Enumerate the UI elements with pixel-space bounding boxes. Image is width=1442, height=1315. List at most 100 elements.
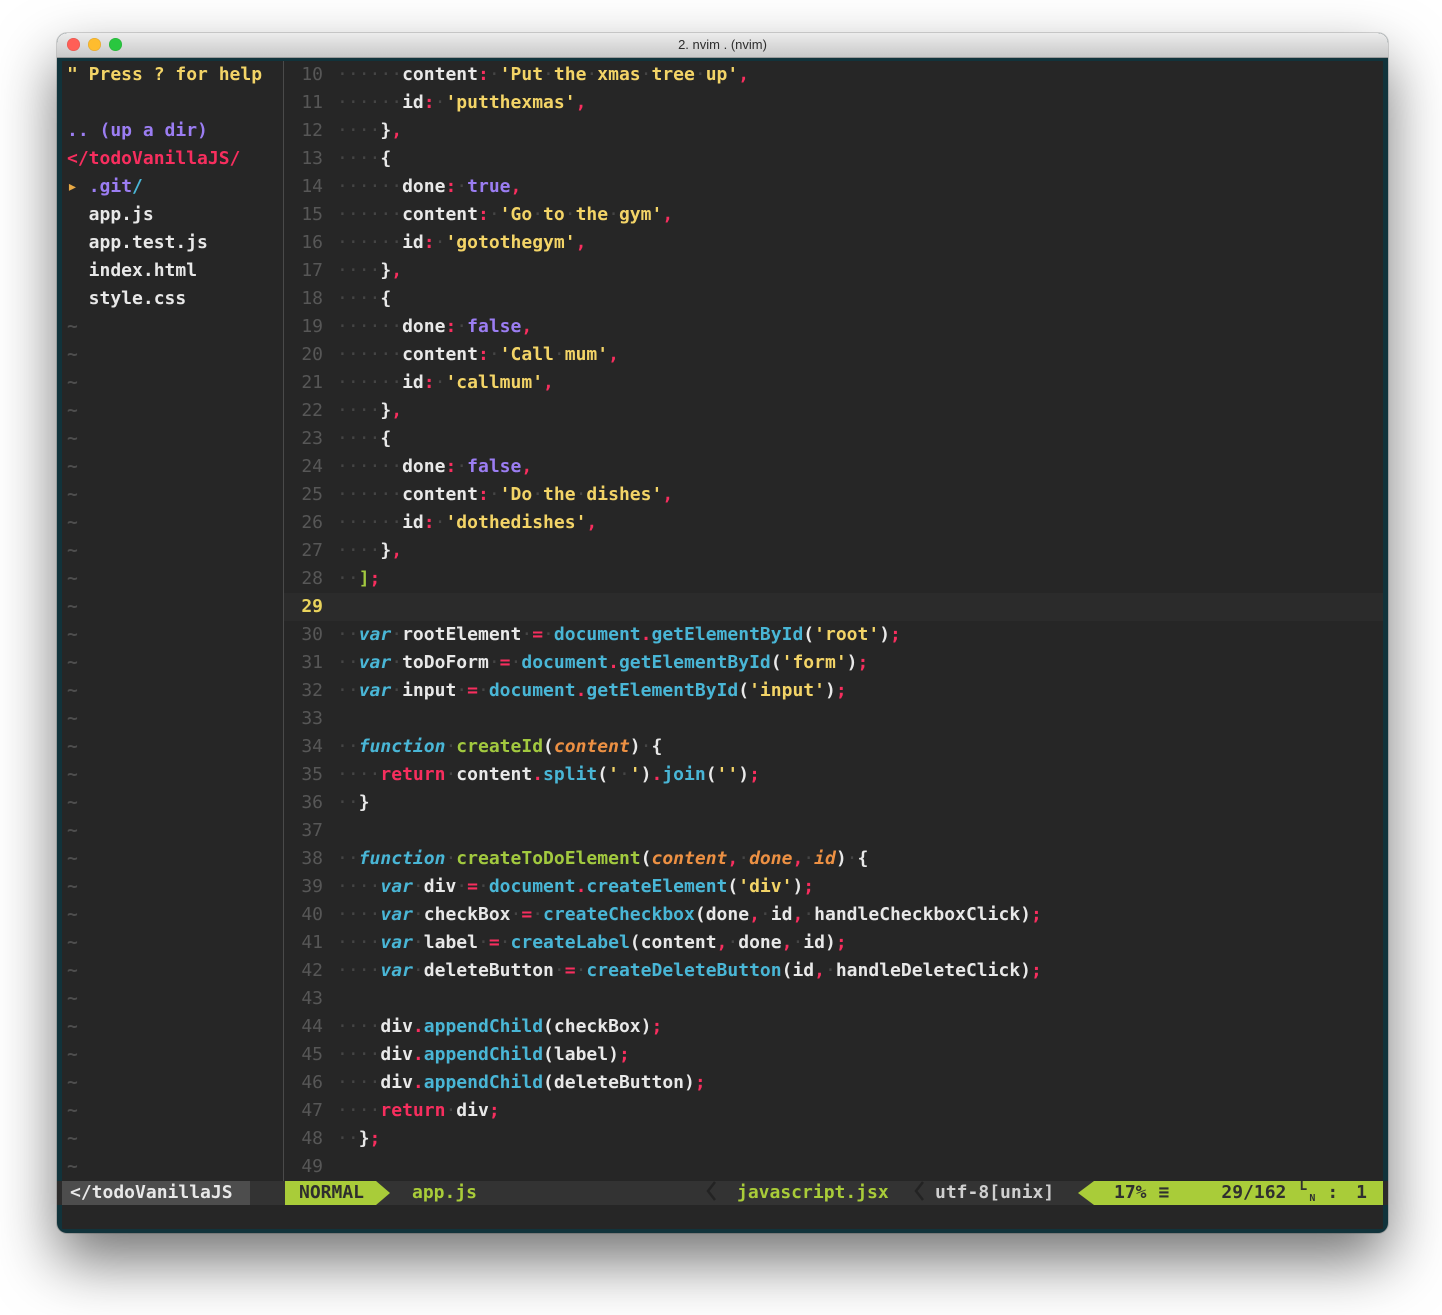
code-line[interactable]: 12····},	[284, 117, 1383, 145]
code-text: ······content:·'Call·mum',	[337, 341, 1383, 369]
line-number: 26	[284, 509, 337, 537]
code-line[interactable]: 18····{	[284, 285, 1383, 313]
code-line[interactable]: 47····return·div;	[284, 1097, 1383, 1125]
line-number: 48	[284, 1125, 337, 1153]
code-line[interactable]: 20······content:·'Call·mum',	[284, 341, 1383, 369]
tree-item-app-js[interactable]: app.js	[62, 201, 283, 229]
code-text: ··function·createToDoElement(content,·do…	[337, 845, 1383, 873]
code-line[interactable]: 36··}	[284, 789, 1383, 817]
code-line[interactable]: 26······id:·'dothedishes',	[284, 509, 1383, 537]
code-line[interactable]: 13····{	[284, 145, 1383, 173]
code-line[interactable]: 32··var·input·=·document.getElementById(…	[284, 677, 1383, 705]
code-text: ····return·div;	[337, 1097, 1383, 1125]
code-text: ····},	[337, 537, 1383, 565]
line-number: 43	[284, 985, 337, 1013]
code-line[interactable]: 42····var·deleteButton·=·createDeleteBut…	[284, 957, 1383, 985]
line-number: 20	[284, 341, 337, 369]
empty-line-tilde: ~	[62, 509, 283, 537]
code-text: ······content:·'Put·the·xmas·tree·up',	[337, 61, 1383, 89]
command-line[interactable]	[62, 1205, 1383, 1229]
tree-item-index-html[interactable]: index.html	[62, 257, 283, 285]
line-number: 36	[284, 789, 337, 817]
line-number: 19	[284, 313, 337, 341]
code-line[interactable]: 16······id:·'gotothegym',	[284, 229, 1383, 257]
code-line[interactable]: 38··function·createToDoElement(content,·…	[284, 845, 1383, 873]
code-line[interactable]: 28··];	[284, 565, 1383, 593]
code-line[interactable]: 33	[284, 705, 1383, 733]
code-text: ··var·toDoForm·=·document.getElementById…	[337, 649, 1383, 677]
empty-line-tilde: ~	[62, 985, 283, 1013]
editor-buffer[interactable]: 10······content:·'Put·the·xmas·tree·up',…	[284, 61, 1383, 1181]
line-number: 42	[284, 957, 337, 985]
code-line[interactable]: 19······done:·false,	[284, 313, 1383, 341]
code-line[interactable]: 17····},	[284, 257, 1383, 285]
nerdtree-sidebar[interactable]: " Press ? for help.. (up a dir)</todoVan…	[62, 61, 283, 1181]
line-number: 45	[284, 1041, 337, 1069]
code-line[interactable]: 21······id:·'callmum',	[284, 369, 1383, 397]
title-bar[interactable]: 2. nvim . (nvim)	[57, 33, 1388, 58]
code-line[interactable]: 29	[284, 593, 1383, 621]
line-number: 38	[284, 845, 337, 873]
code-line[interactable]: 46····div.appendChild(deleteButton);	[284, 1069, 1383, 1097]
line-number: 47	[284, 1097, 337, 1125]
line-number: 32	[284, 677, 337, 705]
empty-line-tilde: ~	[62, 705, 283, 733]
code-line[interactable]: 27····},	[284, 537, 1383, 565]
code-line[interactable]: 45····div.appendChild(label);	[284, 1041, 1383, 1069]
code-line[interactable]: 34··function·createId(content)·{	[284, 733, 1383, 761]
code-line[interactable]: 24······done:·false,	[284, 453, 1383, 481]
chevron-left-icon	[705, 1181, 717, 1205]
statusbar-position-segment: 17% ≡ 29/162 LN : 1	[1078, 1181, 1383, 1205]
code-line[interactable]: 23····{	[284, 425, 1383, 453]
code-line[interactable]: 49	[284, 1153, 1383, 1181]
line-number: 33	[284, 705, 337, 733]
line-number: 23	[284, 425, 337, 453]
empty-line-tilde: ~	[62, 733, 283, 761]
code-line[interactable]: 14······done:·true,	[284, 173, 1383, 201]
code-line[interactable]: 48··};	[284, 1125, 1383, 1153]
empty-line-tilde: ~	[62, 1097, 283, 1125]
code-line[interactable]: 43	[284, 985, 1383, 1013]
empty-line-tilde: ~	[62, 453, 283, 481]
line-number-icon: LN	[1298, 1181, 1315, 1205]
tree-item-git-dir[interactable]: ▸ .git/	[62, 173, 283, 201]
terminal-content: " Press ? for help.. (up a dir)</todoVan…	[62, 61, 1383, 1181]
line-number: 13	[284, 145, 337, 173]
code-text: ··];	[337, 565, 1383, 593]
code-line[interactable]: 10······content:·'Put·the·xmas·tree·up',	[284, 61, 1383, 89]
empty-line-tilde: ~	[62, 313, 283, 341]
code-line[interactable]: 39····var·div·=·document.createElement('…	[284, 873, 1383, 901]
empty-line-tilde: ~	[62, 593, 283, 621]
lines-icon: ≡	[1159, 1181, 1170, 1205]
code-text: ··}	[337, 789, 1383, 817]
code-text: ····return·content.split('·').join('');	[337, 761, 1383, 789]
code-text: ······content:·'Do·the·dishes',	[337, 481, 1383, 509]
cursor-position: 29/162	[1221, 1181, 1286, 1205]
tree-row[interactable]: .. (up a dir)	[62, 117, 283, 145]
code-line[interactable]: 15······content:·'Go·to·the·gym',	[284, 201, 1383, 229]
line-number: 15	[284, 201, 337, 229]
code-text: ····var·label·=·createLabel(content,·don…	[337, 929, 1383, 957]
line-number: 34	[284, 733, 337, 761]
tree-row[interactable]: </todoVanillaJS/	[62, 145, 283, 173]
code-text: ····div.appendChild(deleteButton);	[337, 1069, 1383, 1097]
code-text	[337, 817, 1383, 845]
code-line[interactable]: 40····var·checkBox·=·createCheckbox(done…	[284, 901, 1383, 929]
code-line[interactable]: 44····div.appendChild(checkBox);	[284, 1013, 1383, 1041]
code-line[interactable]: 30··var·rootElement·=·document.getElemen…	[284, 621, 1383, 649]
tree-item-style-css[interactable]: style.css	[62, 285, 283, 313]
code-line[interactable]: 31··var·toDoForm·=·document.getElementBy…	[284, 649, 1383, 677]
code-text: ····},	[337, 397, 1383, 425]
code-text: ··function·createId(content)·{	[337, 733, 1383, 761]
code-line[interactable]: 25······content:·'Do·the·dishes',	[284, 481, 1383, 509]
code-line[interactable]: 22····},	[284, 397, 1383, 425]
code-line[interactable]: 35····return·content.split('·').join('')…	[284, 761, 1383, 789]
code-line[interactable]: 41····var·label·=·createLabel(content,·d…	[284, 929, 1383, 957]
code-line[interactable]: 11······id:·'putthexmas',	[284, 89, 1383, 117]
empty-line-tilde: ~	[62, 761, 283, 789]
code-text: ····var·checkBox·=·createCheckbox(done,·…	[337, 901, 1383, 929]
tree-item-app-test-js[interactable]: app.test.js	[62, 229, 283, 257]
code-line[interactable]: 37	[284, 817, 1383, 845]
line-number: 28	[284, 565, 337, 593]
code-text: ····},	[337, 257, 1383, 285]
